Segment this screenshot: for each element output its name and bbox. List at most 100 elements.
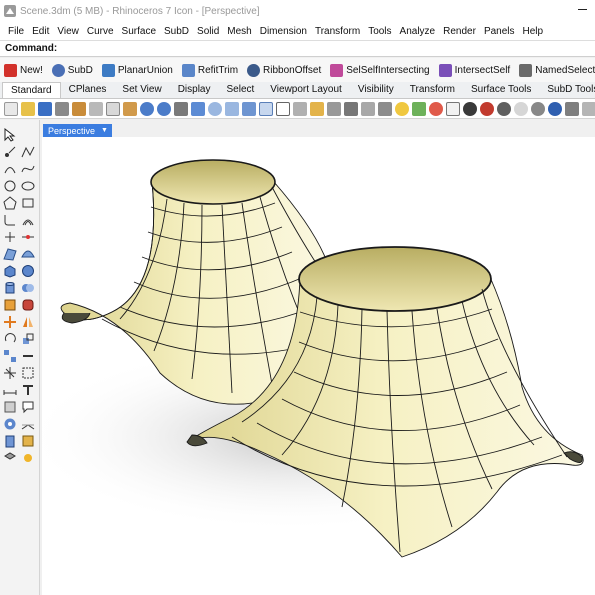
options-icon[interactable] (564, 101, 579, 116)
menu-edit[interactable]: Edit (28, 26, 53, 37)
rectangle-icon[interactable] (21, 196, 35, 210)
macro-refittrim-button[interactable]: RefitTrim (181, 63, 238, 77)
perspective-viewport[interactable] (42, 137, 595, 595)
color-wheel-icon[interactable] (428, 101, 443, 116)
pan-icon[interactable] (173, 101, 188, 116)
paste-icon[interactable] (122, 101, 137, 116)
environment-icon[interactable] (530, 101, 545, 116)
menu-tools[interactable]: Tools (364, 26, 395, 37)
fillet-icon[interactable] (3, 213, 17, 227)
four-viewports-icon[interactable] (292, 101, 307, 116)
menu-solid[interactable]: Solid (193, 26, 223, 37)
sun-icon[interactable] (21, 451, 35, 465)
properties-icon[interactable] (377, 101, 392, 116)
transform-icon[interactable] (3, 315, 17, 329)
macro-namedselection-button[interactable]: NamedSelection (519, 63, 595, 77)
chevron-down-icon[interactable]: ▼ (101, 127, 108, 134)
boolean-icon[interactable] (21, 281, 35, 295)
tab-set-view[interactable]: Set View (114, 82, 169, 98)
cut-icon[interactable] (88, 101, 103, 116)
print-icon[interactable] (54, 101, 69, 116)
command-line[interactable]: Command: (0, 40, 595, 57)
rotate-view-icon[interactable] (190, 101, 205, 116)
menu-help[interactable]: Help (519, 26, 548, 37)
trim-icon[interactable] (3, 230, 17, 244)
lightbulb-icon[interactable] (394, 101, 409, 116)
mesh-icon[interactable] (3, 298, 17, 312)
circle-icon[interactable] (3, 179, 17, 193)
analyze-icon[interactable] (3, 417, 17, 431)
shaded-icon[interactable] (462, 101, 477, 116)
macro-new-button[interactable]: New! (4, 63, 43, 77)
menu-curve[interactable]: Curve (83, 26, 118, 37)
menu-mesh[interactable]: Mesh (223, 26, 255, 37)
point-icon[interactable] (3, 145, 17, 159)
zoom-extents-icon[interactable] (241, 101, 256, 116)
explode-icon[interactable] (3, 366, 17, 380)
cplane-icon[interactable] (309, 101, 324, 116)
text-icon[interactable] (21, 383, 35, 397)
box-icon[interactable] (3, 264, 17, 278)
macro-subd-button[interactable]: SubD (51, 63, 93, 77)
group-icon[interactable] (21, 366, 35, 380)
join-icon[interactable] (21, 349, 35, 363)
tab-viewport-layout[interactable]: Viewport Layout (262, 82, 350, 98)
sphere-icon[interactable] (21, 264, 35, 278)
hide-icon[interactable] (360, 101, 375, 116)
rendered-icon[interactable] (479, 101, 494, 116)
tab-standard[interactable]: Standard (2, 82, 61, 98)
toolbar-more-icon[interactable] (581, 101, 595, 116)
split-icon[interactable] (21, 230, 35, 244)
macro-selselfintersecting-button[interactable]: SelSelfIntersecting (330, 63, 430, 77)
wireframe-icon[interactable] (445, 101, 460, 116)
open-folder-icon[interactable] (20, 101, 35, 116)
tab-display[interactable]: Display (170, 82, 219, 98)
hatch-icon[interactable] (3, 400, 17, 414)
select-arrow-icon[interactable] (3, 128, 17, 142)
menu-dimension[interactable]: Dimension (256, 26, 311, 37)
new-file-icon[interactable] (3, 101, 18, 116)
scale-icon[interactable] (21, 332, 35, 346)
undo-icon[interactable] (139, 101, 154, 116)
array-icon[interactable] (3, 349, 17, 363)
tab-surface-tools[interactable]: Surface Tools (463, 82, 539, 98)
block-icon[interactable] (3, 451, 17, 465)
surface-corner-icon[interactable] (3, 247, 17, 261)
subd-box-icon[interactable] (21, 298, 35, 312)
offset-icon[interactable] (21, 213, 35, 227)
layer-icon[interactable] (411, 101, 426, 116)
mirror-icon[interactable] (21, 315, 35, 329)
help-icon[interactable] (547, 101, 562, 116)
render-icon[interactable] (496, 101, 511, 116)
import-icon[interactable] (71, 101, 86, 116)
zoom-selected-icon[interactable] (258, 101, 273, 116)
tab-subd-tools[interactable]: SubD Tools (539, 82, 595, 98)
redo-icon[interactable] (156, 101, 171, 116)
macro-ribbonoffset-button[interactable]: RibbonOffset (247, 63, 321, 77)
rotate-icon[interactable] (3, 332, 17, 346)
material-icon[interactable] (513, 101, 528, 116)
macro-planarunion-button[interactable]: PlanarUnion (101, 63, 173, 77)
loft-icon[interactable] (21, 247, 35, 261)
lock-icon[interactable] (343, 101, 358, 116)
tab-visibility[interactable]: Visibility (350, 82, 402, 98)
arc-icon[interactable] (3, 162, 17, 176)
zoom-icon[interactable] (207, 101, 222, 116)
copy-icon[interactable] (105, 101, 120, 116)
polygon-icon[interactable] (3, 196, 17, 210)
curve-icon[interactable] (21, 162, 35, 176)
select-icon[interactable] (326, 101, 341, 116)
grid-icon[interactable] (275, 101, 290, 116)
zoom-window-icon[interactable] (224, 101, 239, 116)
render-mesh-icon[interactable] (21, 434, 35, 448)
menu-surface[interactable]: Surface (118, 26, 160, 37)
clipboard-icon[interactable] (3, 434, 17, 448)
tab-cplanes[interactable]: CPlanes (61, 82, 115, 98)
menu-subd[interactable]: SubD (160, 26, 193, 37)
menu-analyze[interactable]: Analyze (396, 26, 440, 37)
dimension-icon[interactable] (3, 383, 17, 397)
tab-select[interactable]: Select (219, 82, 263, 98)
menu-panels[interactable]: Panels (480, 26, 519, 37)
menu-file[interactable]: File (4, 26, 28, 37)
cylinder-icon[interactable] (3, 281, 17, 295)
